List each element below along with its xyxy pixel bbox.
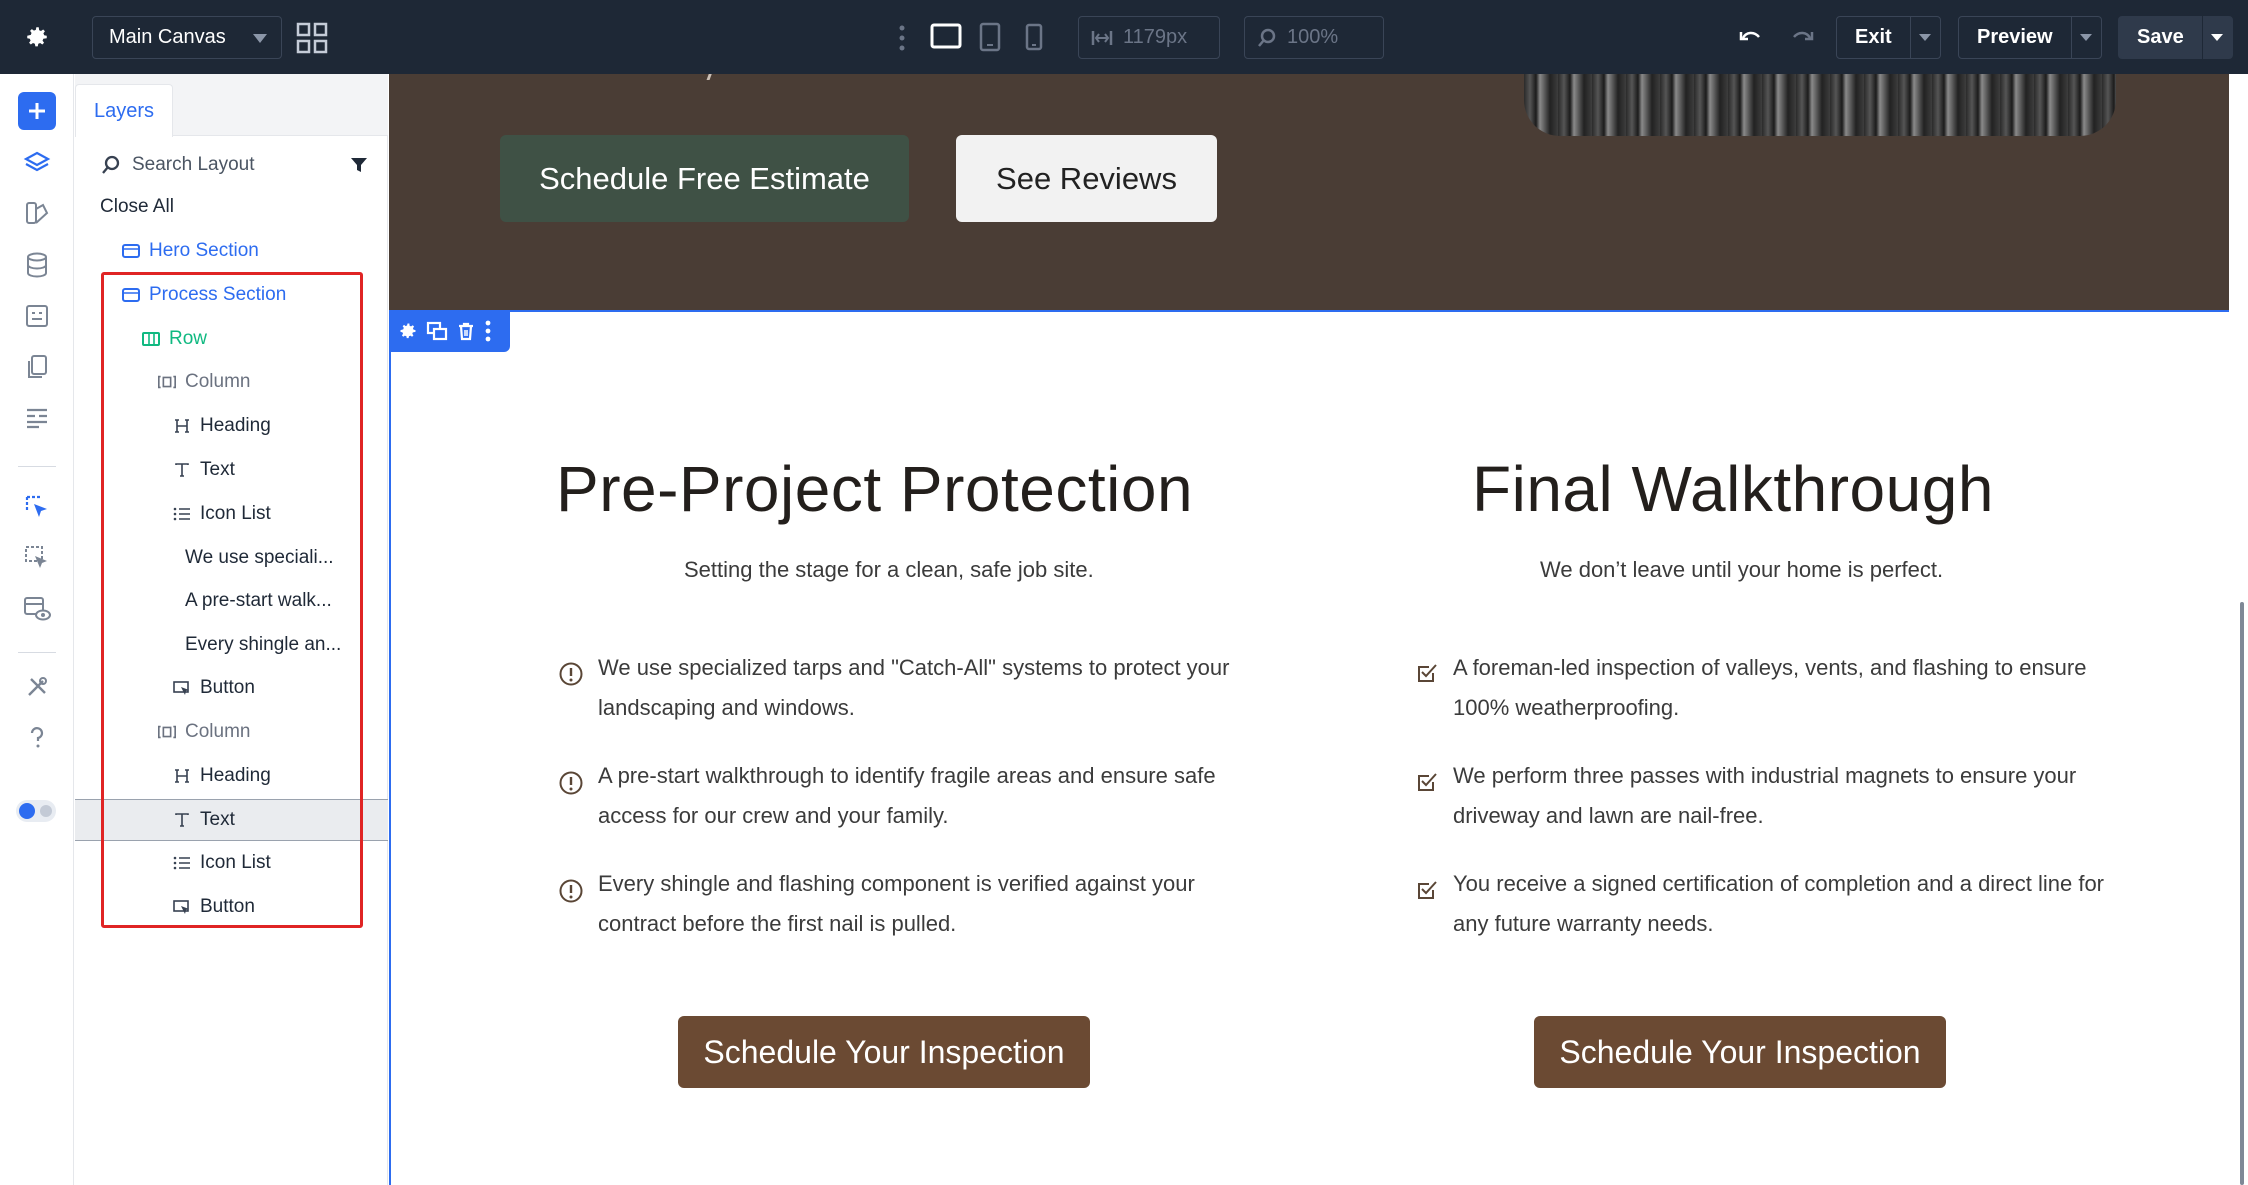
preview-label: Preview [1977, 26, 2053, 48]
left-schedule-inspection-button[interactable]: Schedule Your Inspection [678, 1016, 1090, 1088]
canvas-scrollbar-thumb[interactable] [2240, 602, 2244, 1185]
checkbox-icon [1418, 664, 1437, 682]
highlight-annotation-box [101, 272, 363, 928]
section-settings-icon[interactable] [398, 321, 418, 341]
undo-icon[interactable] [1737, 22, 1765, 50]
process-section[interactable]: Pre-Project Protection Setting the stage… [389, 310, 2229, 1185]
alert-circle-icon [559, 662, 583, 686]
filter-icon[interactable] [350, 156, 368, 174]
left-list-item: We use specialized tarps and "Catch-All"… [598, 655, 1230, 720]
theme-toggle[interactable] [16, 800, 56, 822]
pages-icon[interactable] [18, 348, 56, 386]
canvas-width-field[interactable]: 1179px [1078, 16, 1220, 59]
left-icon-rail [0, 74, 74, 1185]
database-icon[interactable] [18, 246, 56, 284]
alert-circle-icon [559, 879, 583, 903]
left-heading: Pre-Project Protection [556, 453, 1194, 525]
page-settings-icon[interactable] [18, 297, 56, 335]
layer-label: Hero Section [149, 240, 259, 261]
canvas-width-value: 1179px [1123, 26, 1188, 48]
layers-search[interactable]: Search Layout [75, 136, 388, 194]
right-subtitle: We don’t leave until your home is perfec… [1540, 557, 1944, 582]
close-all-button[interactable]: Close All [100, 196, 174, 218]
right-list-item: You receive a signed certification of co… [1453, 871, 2105, 936]
select-element-icon[interactable] [18, 488, 56, 526]
right-list-item: A foreman-led inspection of valleys, ven… [1453, 655, 2087, 720]
chevron-down-icon [253, 34, 267, 43]
layout-rows-icon[interactable] [18, 399, 56, 437]
zoom-value: 100% [1287, 26, 1339, 48]
more-vertical-icon[interactable] [484, 319, 492, 343]
add-element-button[interactable] [18, 92, 56, 130]
search-input[interactable]: Search Layout [132, 154, 255, 176]
panel-tabs: Layers [75, 74, 388, 137]
save-label: Save [2137, 26, 2184, 48]
plus-icon [29, 103, 45, 119]
rail-divider [18, 652, 56, 653]
right-schedule-inspection-button[interactable]: Schedule Your Inspection [1534, 1016, 1946, 1088]
tablet-view-icon[interactable] [978, 22, 1002, 52]
left-subtitle: Setting the stage for a clean, safe job … [684, 557, 1094, 582]
left-list-item: A pre-start walkthrough to identify frag… [598, 763, 1216, 828]
width-arrows-icon [1091, 30, 1113, 45]
top-toolbar: Main Canvas 1179px 100% Exit Preview Sav… [0, 0, 2248, 74]
phone-view-icon[interactable] [1024, 22, 1044, 52]
layers-panel: Layers Search Layout Close All Hero Sect… [75, 74, 388, 1185]
layers-icon[interactable] [18, 144, 56, 182]
help-icon[interactable] [18, 719, 56, 757]
page-builder-app: Main Canvas 1179px 100% Exit Preview Sav… [0, 0, 2248, 1185]
canvas-select-value: Main Canvas [109, 26, 226, 48]
exit-label: Exit [1855, 26, 1892, 48]
select-parent-icon[interactable] [18, 539, 56, 577]
see-reviews-button[interactable]: See Reviews [956, 135, 1217, 222]
right-list-item: We perform three passes with industrial … [1453, 763, 2077, 828]
schedule-estimate-button[interactable]: Schedule Free Estimate [500, 135, 909, 222]
hero-image [1524, 74, 2116, 136]
right-heading: Final Walkthrough [1472, 453, 1994, 525]
preview-button[interactable]: Preview [1958, 16, 2102, 59]
preview-dropdown-icon[interactable] [2070, 16, 2101, 59]
exit-dropdown-icon[interactable] [1909, 16, 1940, 59]
checkbox-icon [1418, 773, 1437, 791]
editor-canvas: Schedule Free Estimate See Reviews Pre-P… [389, 74, 2248, 1185]
toggle-knob-icon [19, 803, 35, 819]
grid-layout-icon[interactable] [296, 22, 328, 54]
toggle-dot-icon [40, 805, 52, 817]
zoom-field[interactable]: 100% [1244, 16, 1384, 59]
search-icon [1258, 28, 1276, 47]
exit-button[interactable]: Exit [1836, 16, 1941, 59]
visibility-settings-icon[interactable] [18, 590, 56, 628]
search-icon [102, 155, 120, 174]
save-button[interactable]: Save [2118, 16, 2233, 59]
desktop-view-icon[interactable] [930, 22, 962, 52]
section-icon [121, 241, 141, 261]
layer-hero-section[interactable]: Hero Section [121, 229, 259, 273]
more-vertical-icon[interactable] [896, 24, 908, 52]
design-library-icon[interactable] [18, 194, 56, 232]
section-toolbar [390, 310, 510, 352]
tab-layers[interactable]: Layers [75, 84, 173, 137]
rail-divider [18, 466, 56, 467]
checkbox-icon [1418, 881, 1437, 899]
settings-gear-icon[interactable] [0, 0, 74, 74]
delete-icon[interactable] [456, 321, 476, 341]
tools-icon[interactable] [18, 668, 56, 706]
redo-icon[interactable] [1788, 22, 1816, 50]
canvas-select[interactable]: Main Canvas [92, 16, 282, 59]
hero-text-fragment [697, 74, 713, 80]
left-list-item: Every shingle and flashing component is … [598, 871, 1195, 936]
duplicate-icon[interactable] [426, 321, 448, 341]
save-dropdown-icon[interactable] [2201, 16, 2232, 59]
alert-circle-icon [559, 771, 583, 795]
hero-section[interactable]: Schedule Free Estimate See Reviews [389, 74, 2229, 310]
